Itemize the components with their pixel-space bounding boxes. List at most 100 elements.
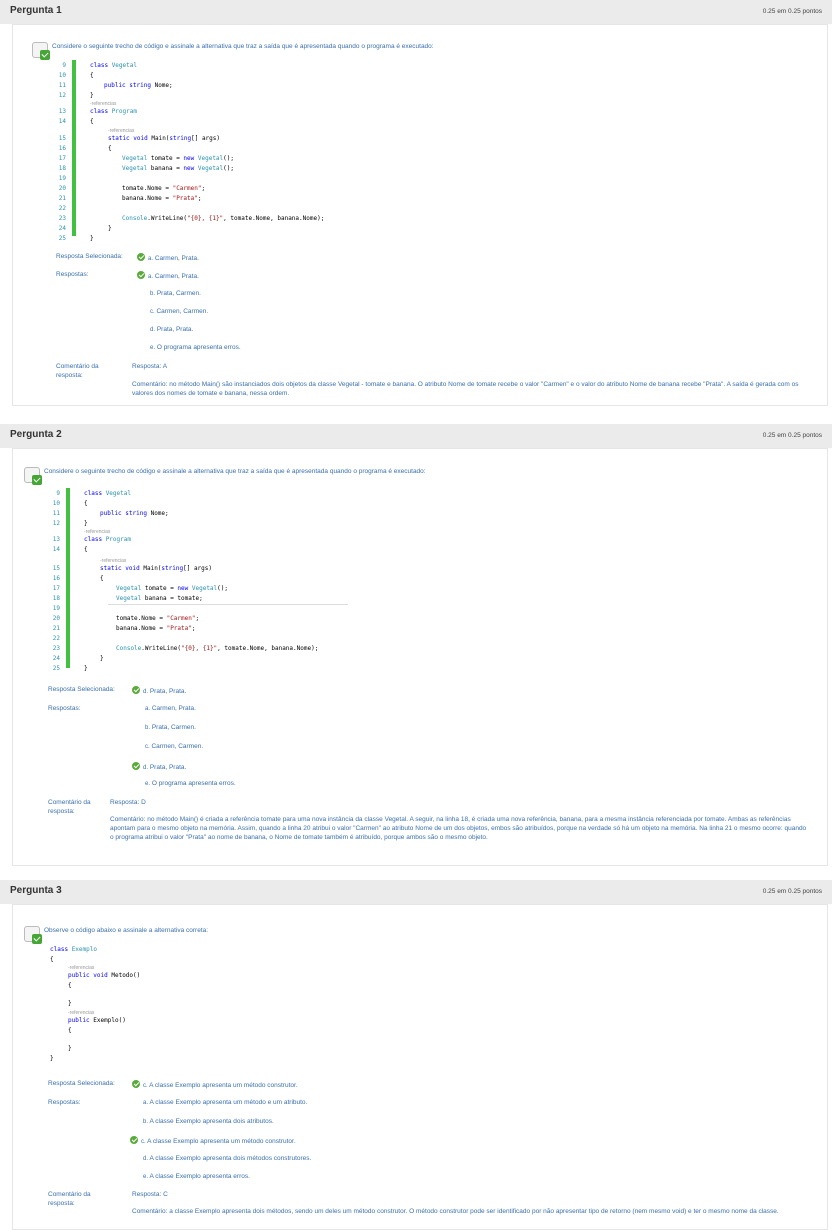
selected-answer-label: Resposta Selecionada:: [48, 1080, 115, 1087]
code-line: banana.Nome = "Prata";: [122, 195, 202, 202]
line-number: 20: [58, 185, 66, 192]
references-label: -referencias: [68, 1010, 95, 1016]
code-change-bar: [66, 488, 70, 668]
references-label: -referencias: [68, 965, 95, 971]
correct-icon: [137, 271, 145, 279]
references-label: -referencias: [100, 558, 127, 564]
question-title: Pergunta 1: [10, 5, 62, 16]
line-number: 9: [56, 490, 60, 497]
selected-answer: d. Prata, Prata.: [132, 686, 186, 695]
code-snippet: 9 10 11 12 13 14 15 16 17 18 19 20 21 22…: [52, 60, 452, 242]
code-line: }: [84, 520, 88, 527]
code-line: }: [68, 1000, 72, 1007]
comment-answer: Resposta: C: [132, 1191, 168, 1198]
answers-label: Respostas:: [56, 271, 89, 278]
line-number: 14: [58, 118, 66, 125]
code-change-bar: [72, 60, 76, 236]
line-number: 10: [52, 500, 60, 507]
references-label: -referencias: [90, 101, 117, 107]
code-line: {: [108, 145, 112, 152]
comment-text: Comentário: a classe Exemplo apresenta d…: [132, 1208, 779, 1215]
line-number: 21: [52, 625, 60, 632]
line-number: 19: [58, 175, 66, 182]
code-line: {: [68, 1027, 72, 1034]
comment-label: Comentário da resposta:: [56, 363, 99, 379]
code-line: class Vegetal: [90, 62, 137, 69]
line-number: 13: [52, 536, 60, 543]
line-number: 25: [58, 235, 66, 242]
comment-text: Comentário: no método Main() são instanc…: [132, 381, 799, 397]
answer-option: c. Carmen, Carmen.: [150, 308, 209, 315]
code-line: {: [100, 575, 104, 582]
answer-option: a. A classe Exemplo apresenta um método …: [143, 1099, 308, 1106]
code-line: }: [68, 1045, 72, 1052]
code-line: }: [84, 665, 88, 672]
answer-option: e. A classe Exemplo apresenta erros.: [143, 1173, 250, 1180]
references-label: -referencias: [108, 128, 135, 134]
line-number: 17: [58, 155, 66, 162]
line-number: 18: [52, 595, 60, 602]
comment-text: Comentário: no método Main() é criada a …: [110, 816, 807, 841]
code-line: class Vegetal: [84, 490, 131, 497]
question-header: Pergunta 1 0.25 em 0.25 pontos: [0, 0, 832, 24]
correct-icon: [132, 762, 140, 770]
line-number: 12: [58, 92, 66, 99]
line-number: 16: [58, 145, 66, 152]
code-line: banana.Nome = "Prata";: [116, 625, 196, 632]
selected-answer-label: Resposta Selecionada:: [48, 686, 115, 693]
question-status-icon: [24, 926, 42, 944]
answer-option: d. Prata, Prata.: [132, 762, 186, 771]
code-line: }: [108, 225, 112, 232]
line-number: 13: [58, 108, 66, 115]
line-number: 11: [52, 510, 60, 517]
code-line: }: [50, 1055, 54, 1062]
selected-answer: c. A classe Exemplo apresenta um método …: [132, 1080, 298, 1089]
references-label: -referencias: [84, 529, 111, 535]
code-line: Vegetal tomate = new Vegetal();: [116, 585, 229, 592]
answer-option: c. A classe Exemplo apresenta um método …: [130, 1136, 296, 1145]
line-number: 25: [52, 665, 60, 672]
question-header: Pergunta 3 0.25 em 0.25 pontos: [0, 880, 832, 904]
correct-icon: [130, 1136, 138, 1144]
code-line: class Program: [90, 108, 137, 115]
code-snippet: class Exemplo { -referencias public void…: [50, 944, 250, 1064]
code-line: {: [90, 72, 94, 79]
question-prompt: Observe o código abaixo e assinale a alt…: [44, 927, 209, 934]
code-line: Vegetal tomate = new Vegetal();: [122, 155, 235, 162]
comment-answer: Resposta: D: [110, 799, 146, 806]
code-line: {: [90, 118, 94, 125]
code-line: public void Metodo(): [68, 972, 141, 979]
line-number: 10: [58, 72, 66, 79]
answer-option: c. Carmen, Carmen.: [145, 743, 204, 750]
question-title: Pergunta 3: [10, 885, 62, 896]
answer-option: b. Prata, Carmen.: [150, 290, 201, 297]
code-line: Console.WriteLine("{0}, {1}", tomate.Nom…: [122, 215, 325, 222]
line-number: 11: [58, 82, 66, 89]
answer-option: a. Carmen, Prata.: [137, 271, 199, 280]
question-2: Pergunta 2 0.25 em 0.25 pontos Considere…: [0, 424, 832, 869]
correct-icon: [137, 253, 145, 261]
correct-check-icon: [40, 50, 50, 60]
question-header: Pergunta 2 0.25 em 0.25 pontos: [0, 424, 832, 448]
code-line: {: [84, 546, 88, 553]
code-line: Vegetal banana = new Vegetal();: [122, 165, 235, 172]
code-line: public string Nome;: [104, 82, 173, 89]
code-line: tomate.Nome = "Carmen";: [122, 185, 206, 192]
question-prompt: Considere o seguinte trecho de código e …: [44, 468, 426, 475]
line-number: 15: [58, 135, 66, 142]
code-line-highlighted: Vegetal banana = tomate;: [116, 595, 203, 602]
question-score: 0.25 em 0.25 pontos: [762, 8, 822, 15]
line-number: 16: [52, 575, 60, 582]
line-number: 22: [52, 635, 60, 642]
line-number: 18: [58, 165, 66, 172]
answer-option: a. Carmen, Prata.: [145, 705, 196, 712]
question-1: Pergunta 1 0.25 em 0.25 pontos Considere…: [0, 0, 832, 410]
selected-answer: a. Carmen, Prata.: [137, 253, 199, 262]
line-number: 24: [52, 655, 60, 662]
highlight-divider: [108, 604, 348, 605]
code-line: tomate.Nome = "Carmen";: [116, 615, 200, 622]
answer-option: e. O programa apresenta erros.: [150, 344, 241, 351]
code-line: static void Main(string[] args): [100, 565, 213, 572]
comment-answer: Resposta: A: [132, 363, 168, 370]
code-line: {: [68, 982, 72, 989]
